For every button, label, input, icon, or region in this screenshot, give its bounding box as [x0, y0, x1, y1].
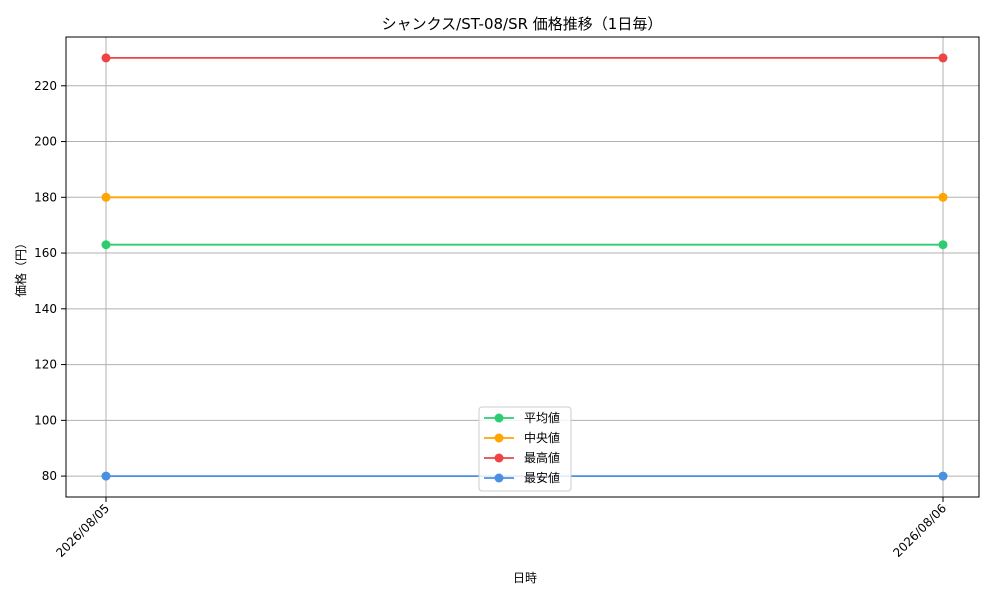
y-tick-label: 160	[34, 246, 57, 260]
legend-label: 中央値	[524, 430, 560, 445]
y-axis-label: 価格（円）	[13, 237, 28, 297]
data-point	[938, 240, 948, 250]
y-tick-label: 140	[34, 302, 57, 316]
price-chart: シャンクス/ST-08/SR 価格推移（1日毎） 80 100 120 140 160 1…	[0, 0, 1000, 600]
y-tick-label: 80	[42, 469, 57, 483]
legend-swatch-marker	[494, 413, 504, 423]
legend-swatch-marker	[494, 433, 504, 443]
legend-swatch-marker	[494, 473, 504, 483]
data-point	[101, 240, 111, 250]
legend-swatch-marker	[494, 453, 504, 463]
y-tick-label: 220	[34, 79, 57, 93]
data-point	[101, 471, 111, 481]
legend: 平均値中央値最高値最安値	[478, 406, 572, 492]
chart-background	[0, 0, 1000, 600]
y-tick-label: 100	[34, 413, 57, 427]
legend-label: 平均値	[524, 410, 560, 425]
data-point	[101, 53, 111, 63]
y-tick-label: 200	[34, 135, 57, 149]
legend-label: 最高値	[524, 450, 560, 465]
data-point	[938, 471, 948, 481]
x-axis-label: 日時	[513, 571, 537, 585]
legend-label: 最安値	[524, 470, 560, 485]
data-point	[938, 192, 948, 202]
data-point	[101, 192, 111, 202]
y-tick-label: 180	[34, 190, 57, 204]
data-point	[938, 53, 948, 63]
chart-title: シャンクス/ST-08/SR 価格推移（1日毎）	[382, 15, 663, 33]
y-tick-label: 120	[34, 358, 57, 372]
